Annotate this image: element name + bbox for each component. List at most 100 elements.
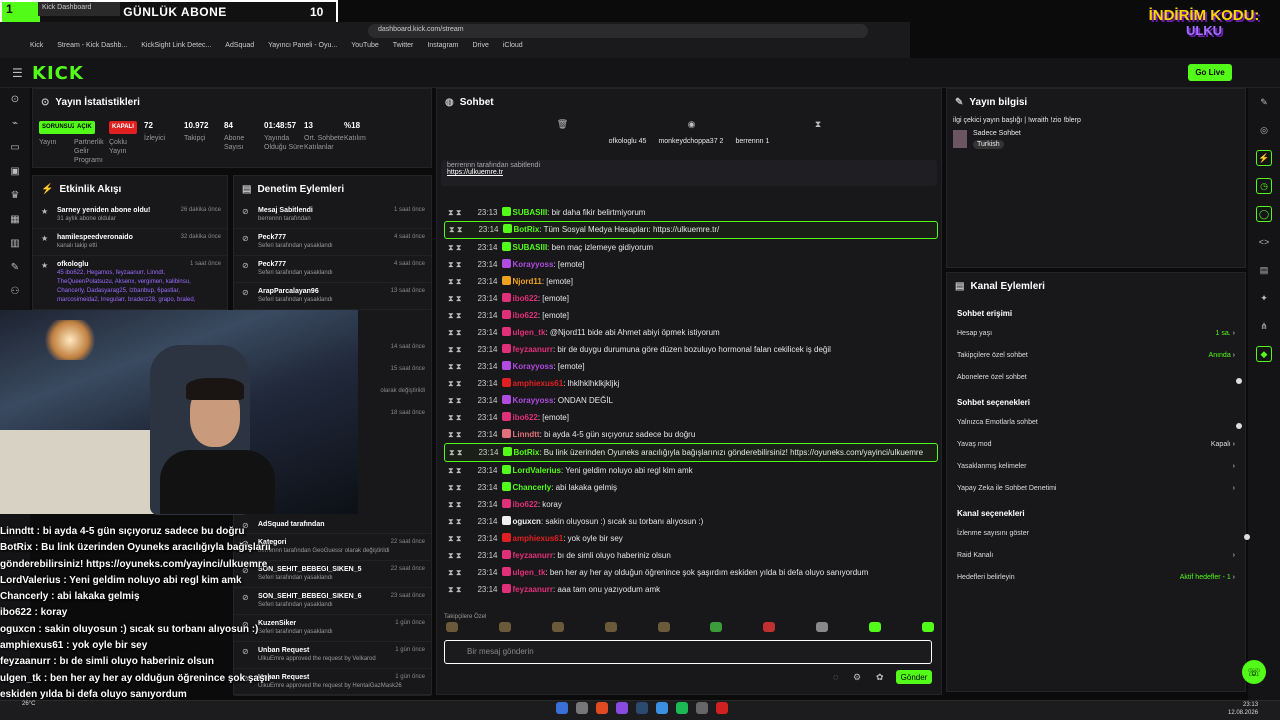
mod-action-icons[interactable]: ⧗ ⧗ (448, 341, 461, 358)
emote[interactable] (551, 622, 564, 632)
mod-action-icons[interactable]: ⧗ ⧗ (448, 290, 461, 307)
message-user[interactable]: amphiexus61 (513, 379, 564, 388)
chat-message[interactable]: ⧗ ⧗ 23:14 Linndtt: bi ayda 4-5 gün sıçıyor… (444, 426, 938, 443)
setting-row[interactable]: Yavaş mod Kapalı › (947, 433, 1245, 455)
message-user[interactable]: ulgen_tk (513, 568, 546, 577)
send-button[interactable]: Gönder (896, 670, 932, 684)
mod-action-icons[interactable]: ⧗ ⧗ (448, 426, 461, 443)
timer-icon[interactable]: ◷ (1256, 178, 1272, 194)
chat-message[interactable]: ⧗ ⧗ 23:14 Korayyoss: ONDAN DEĞİL (444, 392, 938, 409)
search-icon[interactable] (576, 702, 588, 714)
mod-action-icons[interactable]: ⧗ ⧗ (448, 530, 461, 547)
users-icon[interactable]: ⚇ (8, 286, 22, 297)
activity-item[interactable]: ★ ofkologlu 1 saat önce 45 ibo622, Hegamos,… (33, 256, 227, 310)
message-user[interactable]: ibo622 (513, 500, 538, 509)
kick-logo[interactable]: KICK (32, 63, 84, 84)
trophy-icon[interactable]: ♛ (8, 190, 22, 201)
message-user[interactable]: BotRix (514, 225, 540, 234)
mod-action-icons[interactable]: ⧗ ⧗ (448, 239, 461, 256)
menu-icon[interactable]: ☰ (12, 66, 23, 80)
chat-message[interactable]: ⧗ ⧗ 23:14 ulgen_tk: @Njord11 bide abi Ahme… (444, 324, 938, 341)
mod-item[interactable]: ⊘ ArapParcalayan96 13 saat önce Seferi tara… (234, 283, 431, 310)
wrench-icon[interactable]: ✦ (1256, 290, 1272, 306)
message-user[interactable]: feyzaanurr (513, 585, 553, 594)
activity-item[interactable]: ★ Sarney yeniden abone oldu! 26 dakika önc… (33, 202, 227, 229)
chat-message[interactable]: ⧗ ⧗ 23:14 ibo622: koray (444, 496, 938, 513)
bookmark-item[interactable]: Yayıncı Paneli - Oyu... (268, 42, 337, 54)
message-user[interactable]: ibo622 (513, 294, 538, 303)
message-user[interactable]: feyzaanurr (513, 345, 553, 354)
chat-message[interactable]: ⧗ ⧗ 23:14 ibo622: [emote] (444, 307, 938, 324)
chat-message[interactable]: ⧗ ⧗ 23:14 feyzaanurr: bir de duygu durumun… (444, 341, 938, 358)
hourglass-icon[interactable]: ⧗ (815, 119, 821, 130)
message-user[interactable]: feyzaanurr (513, 551, 553, 560)
video-icon[interactable]: ▣ (8, 166, 22, 177)
bookmark-item[interactable]: Stream - Kick Dashb... (57, 42, 127, 54)
message-user[interactable]: oguxcn (513, 517, 541, 526)
setting-row[interactable]: Hesap yaşı 1 sa. › (947, 322, 1245, 344)
emote[interactable] (446, 622, 458, 632)
link-icon[interactable]: ⌁ (8, 118, 22, 129)
message-user[interactable]: BotRix (514, 448, 540, 457)
bolt-icon[interactable]: ⚡ (1256, 150, 1272, 166)
mod-action-icons[interactable]: ⧗ ⧗ (448, 204, 461, 221)
bookmark-item[interactable]: Twitter (393, 42, 414, 54)
mod-action-icons[interactable]: ⧗ ⧗ (448, 547, 461, 564)
message-user[interactable]: Korayyoss (513, 260, 554, 269)
message-user[interactable]: LordValerius (513, 466, 561, 475)
setting-row[interactable]: Abonelere özel sohbet (947, 366, 1245, 388)
setting-row[interactable]: İzlenme sayısını göster (947, 522, 1245, 544)
top-chatter[interactable]: ofkologlu 45 (609, 138, 647, 145)
analytics-icon[interactable]: ▥ (8, 238, 22, 249)
chat-bubble-icon[interactable]: ◯ (1256, 206, 1272, 222)
chat-message[interactable]: ⧗ ⧗ 23:14 amphiexus61: yok oyle bir sey (444, 530, 938, 547)
code-icon[interactable]: <> (1256, 234, 1272, 250)
bookmark-item[interactable]: Kick (30, 42, 43, 54)
message-user[interactable]: Njord11 (513, 277, 542, 286)
chat-message[interactable]: ⧗ ⧗ 23:14 amphiexus61: lhklhklhklkjkljkj (444, 375, 938, 392)
chat-input[interactable]: Bir mesaj gönderin (444, 640, 932, 664)
pinned-message[interactable]: berrennn tarafından sabitlendi https://u… (441, 160, 937, 186)
message-user[interactable]: ibo622 (513, 413, 538, 422)
emote[interactable] (657, 622, 670, 632)
emote[interactable] (604, 622, 617, 632)
chat-message[interactable]: ⧗ ⧗ 23:14 ibo622: [emote] (444, 290, 938, 307)
mod-action-icons[interactable]: ⧗ ⧗ (448, 307, 461, 324)
message-user[interactable]: Korayyoss (513, 362, 554, 371)
help-chat-icon[interactable]: ☏ (1242, 660, 1266, 684)
bookmark-item[interactable]: KickSight Link Detec... (141, 42, 211, 54)
chat-message[interactable]: ⧗ ⧗ 23:14 feyzaanurr: bı de simli oluyo ha… (444, 547, 938, 564)
doc-icon[interactable]: ▤ (1256, 262, 1272, 278)
mod-action-icons[interactable]: ⧗ ⧗ (448, 496, 461, 513)
message-user[interactable]: SUBASIII (513, 208, 548, 217)
stream-icon[interactable]: ⊙ (8, 94, 22, 105)
gear-icon[interactable]: ⚙ (853, 672, 861, 683)
setting-row[interactable]: Yasaklanmış kelimeler › (947, 455, 1245, 477)
emote[interactable] (816, 622, 829, 632)
go-live-button[interactable]: Go Live (1188, 64, 1232, 81)
chat-message[interactable]: ⧗ ⧗ 23:14 Korayyoss: [emote] (444, 256, 938, 273)
message-user[interactable]: amphiexus61 (513, 534, 564, 543)
chat-message[interactable]: ⧗ ⧗ 23:14 ibo622: [emote] (444, 409, 938, 426)
pen-icon[interactable]: ✎ (1256, 94, 1272, 110)
mod-action-icons[interactable]: ⧗ ⧗ (448, 324, 461, 341)
share-icon[interactable]: ⋔ (1256, 318, 1272, 334)
app-icon[interactable] (696, 702, 708, 714)
mod-item[interactable]: ⊘ Peck777 4 saat önce Seferi tarafından yas… (234, 229, 431, 256)
setting-row[interactable]: Yalnızca Emotlarla sohbet (947, 411, 1245, 433)
diamond-icon[interactable]: ◆ (1256, 346, 1272, 362)
emote[interactable] (763, 622, 776, 632)
top-chatter[interactable]: berrennn 1 (735, 138, 769, 145)
steam-icon[interactable] (636, 702, 648, 714)
chat-message[interactable]: ⧗ ⧗ 23:14 BotRix: Tüm Sosyal Medya Hesapla… (444, 221, 938, 239)
windows-icon[interactable] (556, 702, 568, 714)
app-icon[interactable] (716, 702, 728, 714)
chat-icon[interactable]: ◌ (833, 672, 838, 682)
mod-action-icons[interactable]: ⧗ ⧗ (449, 447, 462, 458)
mod-action-icons[interactable]: ⧗ ⧗ (448, 479, 461, 496)
setting-row[interactable]: Yapay Zeka ile Sohbet Denetimi › (947, 477, 1245, 499)
mod-action-icons[interactable]: ⧗ ⧗ (448, 581, 461, 598)
mod-action-icons[interactable]: ⧗ ⧗ (449, 222, 462, 238)
mod-action-icons[interactable]: ⧗ ⧗ (448, 375, 461, 392)
message-user[interactable]: SUBASIII (513, 243, 548, 252)
